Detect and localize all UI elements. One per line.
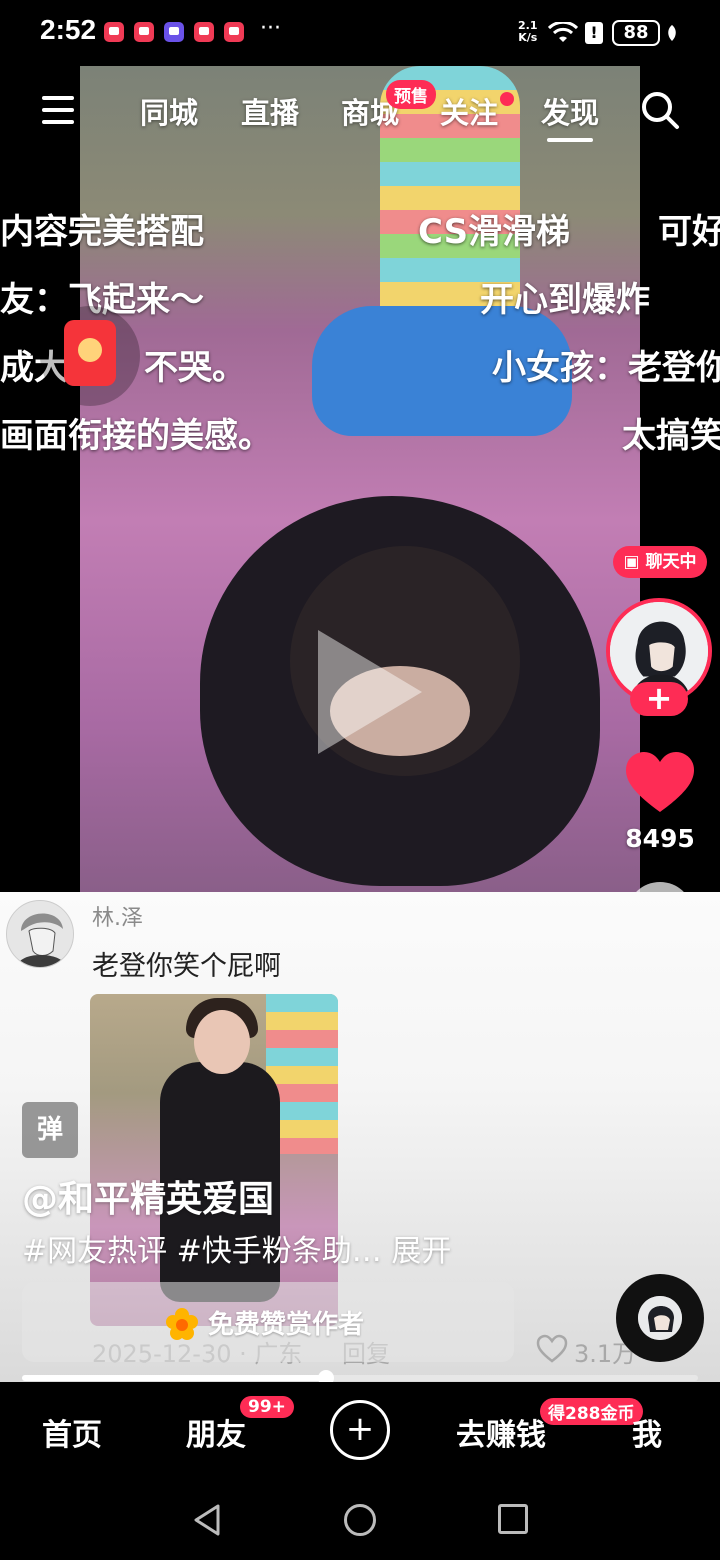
tab-following[interactable]: 关注 [440,90,498,132]
bottom-nav: 首页 朋友 99+ + 去赚钱 得288金币 我 [0,1382,720,1480]
danmaku-comment: 内容完美搭配 [0,212,204,252]
author-name[interactable]: @和平精英爱国 [22,1170,274,1222]
reward-author-label: 免费赞赏作者 [208,1310,365,1340]
battery-icon: 88 [612,20,660,46]
flower-icon [166,1308,198,1340]
red-packet-body [64,320,116,386]
danmaku-toggle-icon[interactable]: 弹 [22,1102,78,1158]
app-notification-icon [224,22,244,42]
follow-button[interactable]: + [630,682,688,716]
comment-like-icon[interactable] [536,1334,568,1364]
search-icon[interactable] [640,90,680,130]
danmaku-comment: 小女孩：老登你 [492,348,720,388]
alert-icon: ! [585,22,603,44]
wifi-icon [548,22,578,42]
network-speed: 2.1 K/s [518,20,538,44]
tab-nearby[interactable]: 同城 [140,90,198,132]
video-progress-bar[interactable] [22,1370,698,1386]
presale-badge: 预售 [386,80,436,109]
status-bar: 2:52 ··· 2.1 K/s ! 88 [0,0,720,64]
chat-status-label: 聊天中 [645,552,697,572]
earn-badge: 得288金币 [540,1398,643,1425]
comment-image[interactable] [90,994,338,1326]
commenter-avatar[interactable] [6,900,74,968]
commenter-name[interactable]: 林.泽 [92,900,143,932]
commenter-avatar-image [7,901,73,967]
tab-discover[interactable]: 发现 [541,90,599,142]
app-notification-icon [164,22,184,42]
danmaku-comment: 太搞笑 [622,416,720,456]
chat-status-badge: ▣ 聊天中 [613,546,707,578]
video-player[interactable] [80,66,640,892]
music-cover [638,1296,682,1340]
like-heart-icon[interactable] [624,750,696,816]
notification-dot [500,92,514,106]
app-notification-icon [194,22,214,42]
danmaku-comment: 画面衔接的美感。 [0,416,272,456]
danmaku-comment: CS滑滑梯 [418,212,571,252]
power-saving-icon [668,25,676,41]
menu-icon[interactable] [42,96,74,126]
system-nav-bar [0,1480,720,1560]
chat-icon: ▣ [623,552,646,572]
music-disc-icon[interactable] [616,1274,704,1362]
nav-friends[interactable]: 朋友 [186,1410,246,1454]
more-notifications-icon: ··· [260,16,281,41]
status-time: 2:52 [40,14,97,45]
comment-text: 老登你笑个屁啊 [92,951,281,982]
nav-me[interactable]: 我 [632,1410,662,1454]
app-notification-icon [104,22,124,42]
app-notification-icon [134,22,154,42]
danmaku-comment: 开心到爆炸 [480,280,650,320]
nav-earn[interactable]: 去赚钱 [456,1410,546,1454]
nav-home[interactable]: 首页 [42,1410,102,1454]
comment-image-face [194,1010,250,1074]
recent-apps-icon[interactable] [498,1504,528,1534]
create-button[interactable]: + [330,1400,390,1460]
like-count: 8495 [625,824,695,853]
network-speed-unit: K/s [518,31,538,44]
back-icon[interactable] [190,1502,226,1538]
tab-live[interactable]: 直播 [241,90,299,132]
danmaku-comment: 不哭。 [144,348,246,388]
friends-badge: 99+ [240,1396,294,1418]
video-caption[interactable]: #网友热评 #快手粉条助… 展开 [22,1226,451,1270]
play-icon[interactable] [318,630,422,754]
top-nav: 同城 直播 商城 预售 关注 发现 [0,78,720,148]
red-packet-icon[interactable] [40,306,140,406]
danmaku-comment: 可好 [658,212,720,252]
notification-icons [104,22,244,42]
home-icon[interactable] [344,1504,376,1536]
video-progress-fill [22,1375,327,1381]
